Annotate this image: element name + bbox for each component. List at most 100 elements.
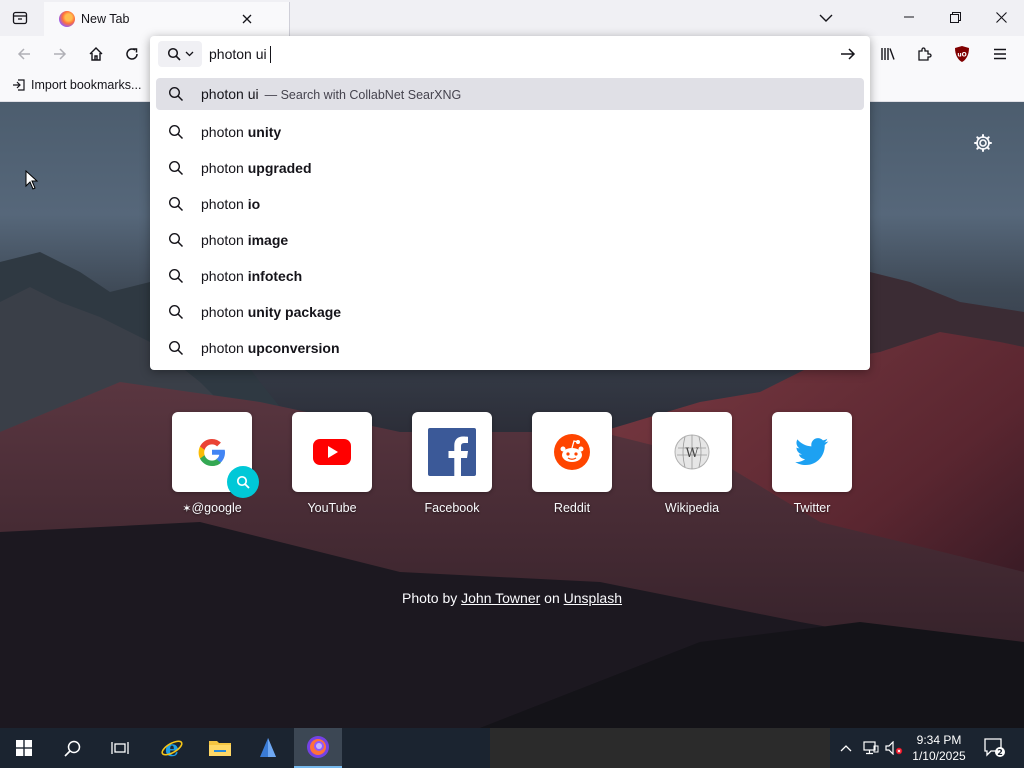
reload-icon [126, 48, 138, 60]
tab-strip: New Tab [0, 0, 1024, 36]
tab-close-button[interactable] [237, 9, 257, 29]
result-suggestion: upconversion [247, 340, 340, 356]
taskbar-file-explorer[interactable] [196, 728, 244, 768]
twitter-icon [795, 438, 829, 466]
notification-icon: 2 [984, 738, 1005, 757]
tile-label: YouTube [307, 501, 357, 515]
taskbar-clock[interactable]: 9:34 PM 1/10/2025 [905, 732, 973, 764]
close-window-button[interactable] [978, 0, 1024, 34]
minimize-button[interactable] [886, 0, 932, 34]
search-icon [168, 232, 184, 248]
firefox-icon [59, 11, 75, 27]
urlbar-result-row[interactable]: photon infotech [156, 258, 864, 294]
result-prefix: photon [201, 196, 248, 212]
top-site-twitter[interactable]: Twitter [772, 412, 852, 515]
search-icon [168, 196, 184, 212]
restore-button[interactable] [932, 0, 978, 34]
urlbar-result-row[interactable]: photon upgraded [156, 150, 864, 186]
urlbar-result-row[interactable]: photon io [156, 186, 864, 222]
result-text: photon io [201, 196, 260, 212]
url-input[interactable]: photon ui [209, 44, 809, 64]
reload-button[interactable] [118, 40, 146, 68]
top-site-facebook[interactable]: Facebook [412, 412, 492, 515]
unsplash-link[interactable]: Unsplash [564, 590, 622, 606]
urlbar-result-row[interactable]: photon upconversion [156, 330, 864, 366]
photo-author-link[interactable]: John Towner [461, 590, 540, 606]
result-prefix: photon ui [201, 86, 259, 102]
ublock-origin-button[interactable]: uO [948, 40, 976, 68]
library-button[interactable] [874, 40, 902, 68]
top-site-youtube[interactable]: YouTube [292, 412, 372, 515]
hamburger-menu-icon [994, 48, 1006, 60]
result-text: photon infotech [201, 268, 302, 284]
tile-box[interactable] [532, 412, 612, 492]
top-site-wikipedia[interactable]: W Wikipedia [652, 412, 732, 515]
list-all-tabs-button[interactable] [814, 6, 838, 30]
urlbar-result-row[interactable]: photon image [156, 222, 864, 258]
tile-box[interactable] [172, 412, 259, 498]
personalize-new-tab-button[interactable] [971, 131, 995, 155]
urlbar-result-row[interactable]: photon unity package [156, 294, 864, 330]
tile-box[interactable] [772, 412, 852, 492]
tile-label: Facebook [424, 501, 480, 515]
urlbar[interactable]: photon ui [150, 36, 870, 72]
tile-label: Reddit [553, 501, 591, 515]
back-arrow-icon [17, 48, 30, 60]
forward-arrow-icon [54, 48, 67, 60]
close-icon [995, 11, 1007, 23]
search-icon [167, 47, 181, 61]
start-button[interactable] [0, 728, 48, 768]
arrow-right-icon [841, 48, 856, 60]
result-suggestion: upgraded [247, 160, 312, 176]
svg-text:e: e [165, 736, 179, 760]
url-input-text: photon ui [209, 46, 267, 62]
top-site-reddit[interactable]: Reddit [532, 412, 612, 515]
firefox-view-button[interactable] [8, 6, 32, 30]
tab-new-tab[interactable]: New Tab [44, 2, 290, 36]
tile-box[interactable] [412, 412, 492, 492]
result-prefix: photon [201, 232, 248, 248]
result-suggestion: image [247, 232, 289, 248]
result-suggestion: infotech [247, 268, 303, 284]
app-menu-button[interactable] [986, 40, 1014, 68]
taskbar-internet-explorer[interactable]: e [148, 728, 196, 768]
forward-button[interactable] [46, 40, 74, 68]
taskbar-app-blue[interactable] [244, 728, 292, 768]
extensions-button[interactable] [910, 40, 938, 68]
result-suggestion: io [247, 196, 261, 212]
import-bookmarks-button[interactable]: Import bookmarks... [12, 78, 141, 92]
tile-label-text: @google [191, 501, 242, 515]
search-engine-selector[interactable] [158, 41, 202, 67]
taskbar-firefox[interactable] [294, 728, 342, 768]
go-button[interactable] [836, 43, 860, 65]
taskbar-search-button[interactable] [48, 728, 96, 768]
restore-icon [949, 11, 961, 23]
action-center-button[interactable]: 2 [978, 728, 1012, 768]
urlbar-result-row[interactable]: photon ui — Search with CollabNet SearXNG [156, 78, 864, 110]
result-text: photon image [201, 232, 288, 248]
import-bookmarks-label: Import bookmarks... [31, 78, 142, 92]
tile-box[interactable] [292, 412, 372, 492]
task-view-button[interactable] [96, 728, 144, 768]
result-hint-separator: — [264, 88, 278, 102]
back-button[interactable] [10, 40, 38, 68]
network-icon [863, 741, 879, 755]
task-view-icon [111, 742, 129, 754]
urlbar-result-row[interactable]: photon unity [156, 114, 864, 150]
svg-text:W: W [685, 446, 699, 461]
show-hidden-icons-button[interactable] [836, 728, 856, 768]
home-button[interactable] [82, 40, 110, 68]
chevron-down-icon [185, 51, 193, 57]
windows-logo-icon [16, 740, 32, 756]
network-button[interactable] [860, 728, 882, 768]
result-text: photon upgraded [201, 160, 312, 176]
tile-box[interactable]: W [652, 412, 732, 492]
file-explorer-icon [209, 741, 231, 756]
reddit-icon [554, 434, 590, 470]
search-icon [168, 268, 184, 284]
close-icon [242, 14, 252, 24]
top-site-google[interactable]: ✶@google [172, 412, 259, 515]
windows-taskbar: e 9:34 PM 1/10/2025 2 [0, 728, 1024, 768]
volume-button[interactable] [883, 728, 905, 768]
internet-explorer-icon: e [161, 736, 183, 760]
